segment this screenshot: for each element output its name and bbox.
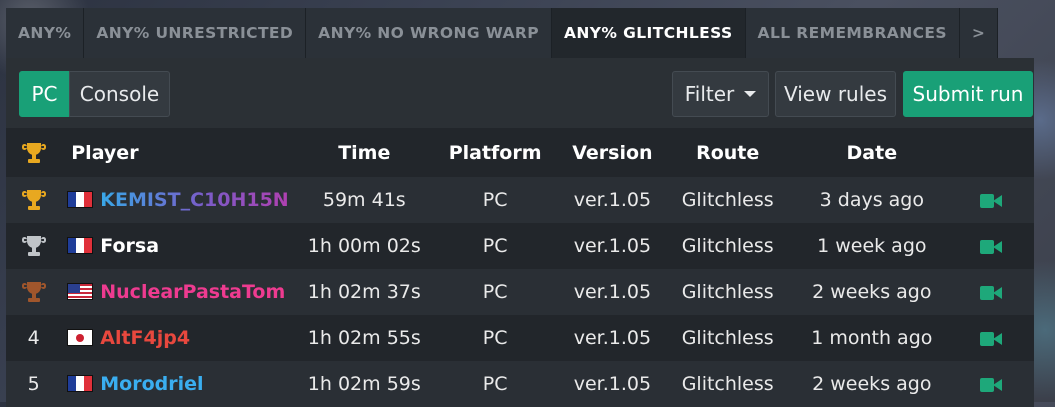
run-time: 1h 02m 59s: [307, 373, 421, 395]
france-flag-icon: [67, 237, 94, 254]
category-tabs: ANY% ANY% UNRESTRICTED ANY% NO WRONG WAR…: [6, 8, 999, 58]
route-header[interactable]: Route: [660, 129, 795, 177]
player-name-link[interactable]: NuclearPastaTom: [100, 281, 285, 303]
platform-pc-toggle[interactable]: PC: [19, 71, 70, 117]
run-version: ver.1.05: [573, 373, 652, 395]
france-flag-icon: [67, 375, 94, 392]
table-row[interactable]: Forsa 1h 00m 02s PC ver.1.05 Glitchless …: [6, 223, 1034, 269]
player-name-link[interactable]: KEMIST_C10H15N: [100, 189, 288, 211]
table-row[interactable]: KEMIST_C10H15N 59m 41s PC ver.1.05 Glitc…: [6, 177, 1034, 223]
tab-any-glitchless[interactable]: ANY% GLITCHLESS: [552, 8, 746, 58]
gold-trophy-icon: [21, 188, 46, 212]
silver-trophy-icon: [21, 234, 46, 258]
run-route: Glitchless: [681, 235, 774, 257]
run-date: 2 weeks ago: [812, 373, 932, 395]
rank-header: [6, 129, 61, 177]
run-version: ver.1.05: [573, 327, 652, 349]
tab-any-unrestricted[interactable]: ANY% UNRESTRICTED: [84, 8, 307, 58]
tab-any[interactable]: ANY%: [6, 8, 85, 58]
caret-down-icon: [744, 91, 757, 97]
rank-number: 5: [27, 373, 40, 395]
tabs-scroll-right-button[interactable]: >: [959, 8, 999, 58]
filter-label: Filter: [684, 82, 735, 106]
run-platform: PC: [482, 235, 508, 257]
run-version: ver.1.05: [573, 281, 652, 303]
run-platform: PC: [482, 281, 508, 303]
run-route: Glitchless: [681, 189, 774, 211]
run-route: Glitchless: [681, 327, 774, 349]
player-name-link[interactable]: AltF4jp4: [100, 327, 190, 349]
table-row[interactable]: 5 Morodriel 1h 02m 59s PC ver.1.05 Glitc…: [6, 361, 1034, 407]
table-header-row: Player Time Platform Version Route Date: [6, 129, 1034, 177]
run-date: 1 month ago: [811, 327, 933, 349]
submit-run-button[interactable]: Submit run: [903, 71, 1033, 117]
tab-any-no-wrong-warp[interactable]: ANY% NO WRONG WARP: [306, 8, 553, 58]
player-name-link[interactable]: Forsa: [100, 235, 159, 257]
run-version: ver.1.05: [573, 235, 652, 257]
run-platform: PC: [482, 373, 508, 395]
run-platform: PC: [482, 189, 508, 211]
rank-number: 4: [27, 327, 40, 349]
france-flag-icon: [67, 191, 94, 208]
version-header[interactable]: Version: [565, 129, 661, 177]
video-camera-icon[interactable]: [980, 331, 1003, 346]
run-time: 1h 00m 02s: [307, 235, 421, 257]
run-date: 3 days ago: [819, 189, 924, 211]
tab-all-remembrances[interactable]: ALL REMEMBRANCES: [745, 8, 960, 58]
time-header[interactable]: Time: [303, 129, 426, 177]
run-route: Glitchless: [681, 281, 774, 303]
run-date: 1 week ago: [817, 235, 927, 257]
video-header: [948, 129, 1034, 177]
run-time: 1h 02m 37s: [307, 281, 421, 303]
table-row[interactable]: 4 AltF4jp4 1h 02m 55s PC ver.1.05 Glitch…: [6, 315, 1034, 361]
video-camera-icon[interactable]: [980, 193, 1003, 208]
leaderboard-table: Player Time Platform Version Route Date …: [6, 129, 1034, 407]
run-time: 59m 41s: [322, 189, 406, 211]
run-date: 2 weeks ago: [812, 281, 932, 303]
usa-flag-icon: [67, 283, 94, 300]
video-camera-icon[interactable]: [980, 239, 1003, 254]
player-header[interactable]: Player: [61, 129, 303, 177]
date-header[interactable]: Date: [795, 129, 948, 177]
run-time: 1h 02m 55s: [307, 327, 421, 349]
run-route: Glitchless: [681, 373, 774, 395]
video-camera-icon[interactable]: [980, 285, 1003, 300]
leaderboard-panel: PC Console Filter View rules Submit run …: [6, 58, 1034, 407]
player-name-link[interactable]: Morodriel: [100, 373, 203, 395]
video-camera-icon[interactable]: [980, 377, 1003, 392]
filter-dropdown-button[interactable]: Filter: [672, 71, 769, 117]
run-platform: PC: [482, 327, 508, 349]
table-row[interactable]: NuclearPastaTom 1h 02m 37s PC ver.1.05 G…: [6, 269, 1034, 315]
view-rules-button[interactable]: View rules: [775, 71, 896, 117]
leaderboard-toolbar: PC Console Filter View rules Submit run: [6, 58, 1034, 128]
platform-header[interactable]: Platform: [426, 129, 565, 177]
platform-console-toggle[interactable]: Console: [69, 71, 170, 117]
trophy-icon: [21, 141, 46, 165]
japan-flag-icon: [67, 329, 94, 346]
run-version: ver.1.05: [573, 189, 652, 211]
bronze-trophy-icon: [21, 280, 46, 304]
